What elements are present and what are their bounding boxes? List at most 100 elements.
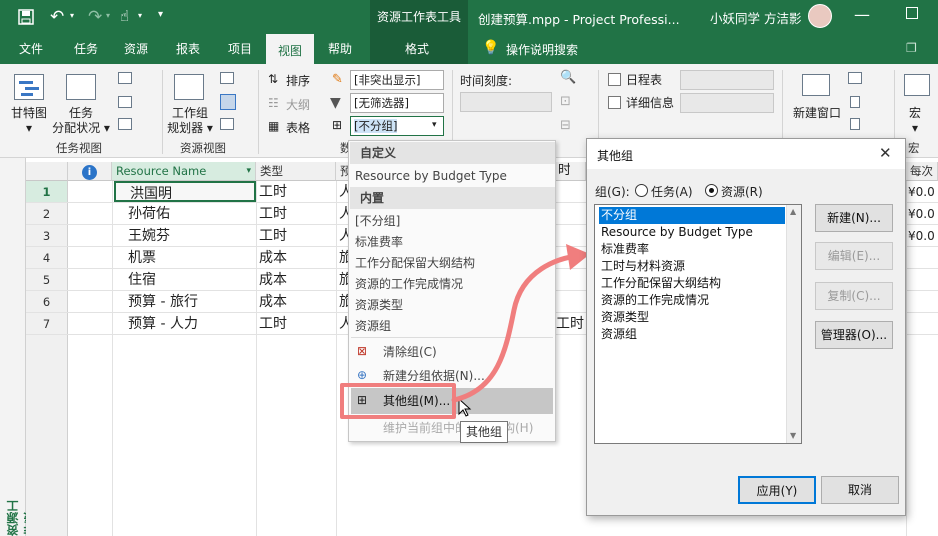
- filter-select[interactable]: [无筛选器]: [350, 93, 444, 113]
- menu-item-work-complete[interactable]: 资源的工作完成情况: [355, 276, 463, 292]
- resource-name-cell[interactable]: 预算 - 旅行: [128, 291, 254, 313]
- resource-name-cell[interactable]: 预算 - 人力: [128, 313, 254, 335]
- type-header[interactable]: 类型: [256, 162, 336, 181]
- resource-sheet-icon[interactable]: [220, 94, 236, 110]
- switch-windows-icon[interactable]: [848, 72, 862, 84]
- resource-name-cell[interactable]: 王婉芬: [128, 225, 254, 247]
- resource-usage-icon[interactable]: [220, 72, 234, 84]
- scroll-up-icon[interactable]: ▲: [790, 207, 796, 216]
- save-icon[interactable]: [18, 9, 34, 25]
- tab-help[interactable]: 帮助: [318, 34, 362, 64]
- avatar[interactable]: [808, 4, 832, 28]
- list-item[interactable]: 工时与材料资源: [599, 258, 785, 275]
- undo-dropdown-icon[interactable]: ▾: [70, 11, 74, 20]
- touch-dropdown-icon[interactable]: ▾: [138, 11, 142, 20]
- tab-project[interactable]: 项目: [218, 34, 262, 64]
- lightbulb-icon: 💡: [482, 40, 500, 56]
- menu-item-clear-group[interactable]: 清除组(C): [383, 344, 437, 360]
- type-cell[interactable]: 工时: [259, 181, 335, 203]
- organizer-button[interactable]: 管理器(O)...: [815, 321, 893, 349]
- team-planner-button[interactable]: 工作组 规划器 ▾: [162, 106, 218, 136]
- group-by-select[interactable]: [不分组]: [350, 116, 444, 136]
- indicators-header[interactable]: i: [68, 162, 112, 181]
- groups-listbox[interactable]: 不分组 Resource by Budget Type 标准费率 工时与材料资源…: [594, 204, 802, 444]
- outline-button: 大纲: [286, 98, 311, 112]
- tables-button[interactable]: 表格: [286, 119, 310, 136]
- type-cell[interactable]: 成本: [259, 291, 335, 313]
- resource-name-cell[interactable]: 住宿: [128, 269, 254, 291]
- resource-name-cell[interactable]: 孙荷佑: [128, 203, 254, 225]
- calendar-icon[interactable]: [118, 96, 132, 108]
- radio-task[interactable]: [635, 184, 648, 197]
- redo-dropdown-icon: ▾: [106, 11, 111, 20]
- timeline-checkbox[interactable]: [608, 73, 621, 86]
- maximize-icon[interactable]: [906, 7, 918, 19]
- edit-button: 编辑(E)...: [815, 242, 893, 270]
- cost-cell[interactable]: ¥0.0: [908, 181, 938, 203]
- hide-icon[interactable]: [850, 118, 860, 130]
- type-cell[interactable]: 成本: [259, 247, 335, 269]
- list-item[interactable]: 工作分配保留大纲结构: [599, 275, 785, 292]
- type-cell[interactable]: 工时: [259, 313, 335, 335]
- new-button[interactable]: 新建(N)...: [815, 204, 893, 232]
- type-cell[interactable]: 工时: [259, 225, 335, 247]
- tab-task[interactable]: 任务: [64, 34, 108, 64]
- network-diagram-icon[interactable]: [118, 72, 132, 84]
- list-item[interactable]: 资源组: [599, 326, 785, 343]
- ribbon-separator: [258, 70, 259, 154]
- close-icon[interactable]: ✕: [879, 144, 892, 162]
- highlight-select[interactable]: [非突出显示]: [350, 70, 444, 90]
- list-item[interactable]: 资源类型: [599, 309, 785, 326]
- menu-item-standard-rate[interactable]: 标准费率: [355, 234, 403, 250]
- undo-icon[interactable]: ↶: [50, 7, 64, 27]
- list-item[interactable]: 标准费率: [599, 241, 785, 258]
- user-name[interactable]: 小妖同学 方洁影: [710, 8, 801, 27]
- menu-item-resource-by-budget-type[interactable]: Resource by Budget Type: [355, 168, 507, 184]
- tab-report[interactable]: 报表: [166, 34, 210, 64]
- dialog-title: 其他组: [597, 149, 634, 163]
- tab-file[interactable]: 文件: [8, 34, 54, 64]
- gantt-chart-button[interactable]: 甘特图 ▾: [6, 106, 52, 136]
- cost-cell[interactable]: ¥0.0: [908, 225, 938, 247]
- restore-ribbon-icon[interactable]: ❐: [906, 41, 917, 55]
- timescale-select: [460, 92, 552, 112]
- arrange-all-icon[interactable]: [850, 96, 860, 108]
- resource-name-cell[interactable]: 洪国明: [114, 181, 256, 202]
- task-usage-button[interactable]: 任务 分配状况 ▾: [50, 106, 112, 136]
- sort-button[interactable]: 排序: [286, 72, 310, 89]
- list-item[interactable]: 资源的工作完成情况: [599, 292, 785, 309]
- menu-item-resource-type[interactable]: 资源类型: [355, 297, 403, 313]
- tab-format[interactable]: 格式: [392, 34, 442, 64]
- customize-qat-icon[interactable]: ▾: [158, 9, 163, 20]
- new-window-button[interactable]: 新建窗口: [788, 106, 846, 121]
- listbox-scrollbar[interactable]: ▲ ▼: [786, 205, 801, 443]
- resource-name-header[interactable]: Resource Name ▾: [112, 162, 256, 181]
- tab-view[interactable]: 视图: [266, 34, 314, 64]
- menu-item-no-group[interactable]: [不分组]: [355, 213, 400, 229]
- cost-cell[interactable]: ¥0.0: [908, 203, 938, 225]
- resource-views-group-label: 资源视图: [180, 141, 226, 155]
- list-item[interactable]: Resource by Budget Type: [599, 224, 785, 241]
- select-all-corner[interactable]: [26, 162, 68, 181]
- details-select: [680, 93, 774, 113]
- touch-mode-icon[interactable]: ☝: [120, 7, 129, 25]
- list-item[interactable]: 不分组: [599, 207, 785, 224]
- tell-me-search[interactable]: 操作说明搜索: [506, 41, 578, 58]
- cancel-button[interactable]: 取消: [821, 476, 899, 504]
- menu-item-resource-group[interactable]: 资源组: [355, 318, 391, 334]
- minimize-icon[interactable]: —: [854, 5, 870, 24]
- tab-resource[interactable]: 资源: [114, 34, 158, 64]
- group-by-dropdown-icon[interactable]: ▾: [432, 120, 437, 130]
- scroll-down-icon[interactable]: ▼: [790, 431, 796, 440]
- details-checkbox[interactable]: [608, 96, 621, 109]
- type-cell[interactable]: 成本: [259, 269, 335, 291]
- radio-resource-label: 资源(R): [721, 185, 763, 199]
- resource-other-views-icon[interactable]: [220, 118, 234, 130]
- radio-resource[interactable]: [705, 184, 718, 197]
- cost-per-use-header[interactable]: 每次: [906, 162, 938, 181]
- macros-button[interactable]: 宏 ▾: [900, 106, 930, 136]
- other-views-icon[interactable]: [118, 118, 132, 130]
- resource-name-cell[interactable]: 机票: [128, 247, 254, 269]
- type-cell[interactable]: 工时: [259, 203, 335, 225]
- apply-button[interactable]: 应用(Y): [738, 476, 816, 504]
